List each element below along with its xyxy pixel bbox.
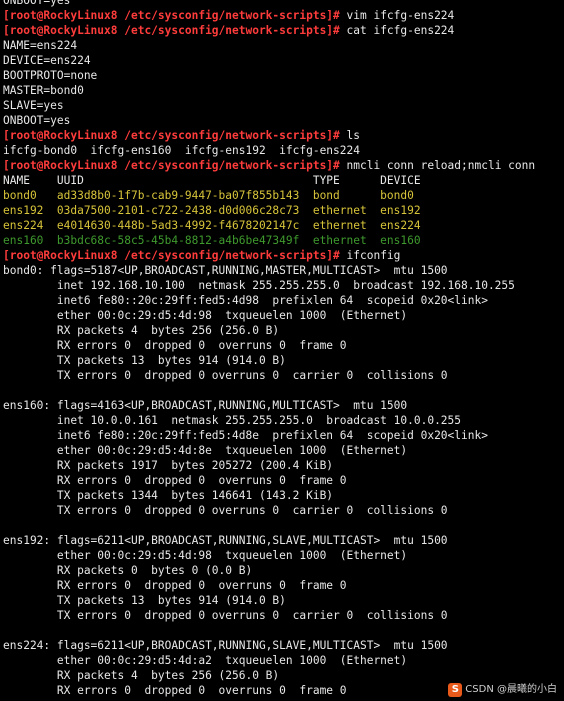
output-line: ether 00:0c:29:d5:4d:98 txqueuelen 1000 … (3, 548, 564, 563)
output-line: ifcfg-bond0 ifcfg-ens160 ifcfg-ens192 if… (3, 143, 564, 158)
output-line: inet 192.168.10.100 netmask 255.255.255.… (3, 278, 564, 293)
output-text: RX errors 0 dropped 0 overruns 0 frame 0 (3, 684, 347, 697)
prompt-line: [root@RockyLinux8 /etc/sysconfig/network… (3, 128, 564, 143)
output-text: RX packets 1917 bytes 205272 (200.4 KiB) (3, 459, 334, 472)
output-line: ens224: flags=6211<UP,BROADCAST,RUNNING,… (3, 638, 564, 653)
output-line: RX errors 0 dropped 0 overruns 0 frame 0 (3, 338, 564, 353)
prompt-line: [root@RockyLinux8 /etc/sysconfig/network… (3, 23, 564, 38)
output-line: inet 10.0.0.161 netmask 255.255.255.0 br… (3, 413, 564, 428)
output-line: ens192: flags=6211<UP,BROADCAST,RUNNING,… (3, 533, 564, 548)
output-line: ONBOOT=yes (3, 113, 564, 128)
output-line: NAME UUID TYPE DEVICE (3, 173, 564, 188)
output-text: RX packets 4 bytes 256 (256.0 B) (3, 669, 280, 682)
output-line: MASTER=bond0 (3, 83, 564, 98)
output-text: inet6 fe80::20c:29ff:fed5:4d8e prefixlen… (3, 429, 488, 442)
terminal-output[interactable]: ONBOOT=yes [root@RockyLinux8 /etc/sysconf… (3, 0, 564, 698)
output-text: ether 00:0c:29:d5:4d:98 txqueuelen 1000 … (3, 309, 408, 322)
output-text: NAME UUID TYPE DEVICE (3, 174, 421, 187)
output-text: ens192 03da7500-2101-c722-2438-d0d006c28… (3, 204, 421, 217)
command-text: cat ifcfg-ens224 (346, 24, 455, 37)
output-text: ens224 e4014630-448b-5ad3-4992-f46782021… (3, 219, 421, 232)
output-line: TX errors 0 dropped 0 overruns 0 carrier… (3, 368, 564, 383)
output-text: ens192: flags=6211<UP,BROADCAST,RUNNING,… (3, 534, 448, 547)
output-text: ens160: flags=4163<UP,BROADCAST,RUNNING,… (3, 399, 408, 412)
output-text: ONBOOT=yes (3, 0, 71, 7)
shell-prompt: [root@RockyLinux8 /etc/sysconfig/network… (3, 9, 347, 22)
output-text: inet6 fe80::20c:29ff:fed5:4d98 prefixlen… (3, 294, 488, 307)
output-line: ens224 e4014630-448b-5ad3-4992-f46782021… (3, 218, 564, 233)
output-text: inet 10.0.0.161 netmask 255.255.255.0 br… (3, 414, 462, 427)
output-line: RX errors 0 dropped 0 overruns 0 frame 0 (3, 473, 564, 488)
output-text: RX errors 0 dropped 0 overruns 0 frame 0 (3, 474, 347, 487)
prompt-line: [root@RockyLinux8 /etc/sysconfig/network… (3, 158, 564, 173)
watermark-text: CSDN @晨曦的小白 (465, 684, 557, 695)
output-line: TX packets 13 bytes 914 (914.0 B) (3, 353, 564, 368)
output-line: ether 00:0c:29:d5:4d:98 txqueuelen 1000 … (3, 308, 564, 323)
output-line: TX errors 0 dropped 0 overruns 0 carrier… (3, 608, 564, 623)
output-text: RX packets 0 bytes 0 (0.0 B) (3, 564, 253, 577)
output-text: TX errors 0 dropped 0 overruns 0 carrier… (3, 504, 448, 517)
output-text: RX errors 0 dropped 0 overruns 0 frame 0 (3, 339, 347, 352)
output-text: ether 00:0c:29:d5:4d:98 txqueuelen 1000 … (3, 549, 408, 562)
output-text: ens224: flags=6211<UP,BROADCAST,RUNNING,… (3, 639, 448, 652)
command-text: ls (346, 129, 360, 142)
output-text: TX packets 13 bytes 914 (914.0 B) (3, 354, 286, 367)
output-text: TX packets 13 bytes 914 (914.0 B) (3, 594, 286, 607)
output-line: TX errors 0 dropped 0 overruns 0 carrier… (3, 503, 564, 518)
output-line: RX errors 0 dropped 0 overruns 0 frame 0 (3, 578, 564, 593)
shell-prompt: [root@RockyLinux8 /etc/sysconfig/network… (3, 129, 347, 142)
output-text: ens160 b3bdc68c-58c5-45b4-8812-a4b6be473… (3, 234, 421, 247)
prompt-line: [root@RockyLinux8 /etc/sysconfig/network… (3, 8, 564, 23)
output-text: RX errors 0 dropped 0 overruns 0 frame 0 (3, 579, 347, 592)
output-text: SLAVE=yes (3, 99, 64, 112)
output-line: ether 00:0c:29:d5:4d:8e txqueuelen 1000 … (3, 443, 564, 458)
csdn-watermark: S CSDN @晨曦的小白 (445, 681, 560, 698)
command-text: vim ifcfg-ens224 (346, 9, 455, 22)
output-line: TX packets 13 bytes 914 (914.0 B) (3, 593, 564, 608)
shell-prompt: [root@RockyLinux8 /etc/sysconfig/network… (3, 24, 347, 37)
command-text: nmcli conn reload;nmcli conn (346, 159, 536, 172)
output-line: RX packets 0 bytes 0 (0.0 B) (3, 563, 564, 578)
output-line: NAME=ens224 (3, 38, 564, 53)
output-line: bond0 ad33d8b0-1f7b-cab9-9447-ba07f855b1… (3, 188, 564, 203)
output-line: RX packets 1917 bytes 205272 (200.4 KiB) (3, 458, 564, 473)
shell-prompt: [root@RockyLinux8 /etc/sysconfig/network… (3, 159, 347, 172)
csdn-logo-icon: S (448, 682, 463, 697)
output-line: DEVICE=ens224 (3, 53, 564, 68)
output-text: ONBOOT=yes (3, 114, 71, 127)
output-text: ether 00:0c:29:d5:4d:a2 txqueuelen 1000 … (3, 654, 408, 667)
output-text: TX packets 1344 bytes 146641 (143.2 KiB) (3, 489, 334, 502)
output-text: bond0: flags=5187<UP,BROADCAST,RUNNING,M… (3, 264, 448, 277)
output-text: bond0 ad33d8b0-1f7b-cab9-9447-ba07f855b1… (3, 189, 414, 202)
output-text: NAME=ens224 (3, 39, 78, 52)
output-line: bond0: flags=5187<UP,BROADCAST,RUNNING,M… (3, 263, 564, 278)
output-line: inet6 fe80::20c:29ff:fed5:4d98 prefixlen… (3, 293, 564, 308)
output-line: SLAVE=yes (3, 98, 564, 113)
output-text: DEVICE=ens224 (3, 54, 91, 67)
output-text: RX packets 4 bytes 256 (256.0 B) (3, 324, 280, 337)
output-text: TX errors 0 dropped 0 overruns 0 carrier… (3, 609, 448, 622)
output-line: inet6 fe80::20c:29ff:fed5:4d8e prefixlen… (3, 428, 564, 443)
output-text: ifcfg-bond0 ifcfg-ens160 ifcfg-ens192 if… (3, 144, 360, 157)
output-line: ens160 b3bdc68c-58c5-45b4-8812-a4b6be473… (3, 233, 564, 248)
output-line: BOOTPROTO=none (3, 68, 564, 83)
output-line: ens192 03da7500-2101-c722-2438-d0d006c28… (3, 203, 564, 218)
output-text: MASTER=bond0 (3, 84, 84, 97)
output-text: inet 192.168.10.100 netmask 255.255.255.… (3, 279, 515, 292)
command-text: ifconfig (346, 249, 401, 262)
output-text: TX errors 0 dropped 0 overruns 0 carrier… (3, 369, 448, 382)
output-text: ether 00:0c:29:d5:4d:8e txqueuelen 1000 … (3, 444, 408, 457)
output-line: RX packets 4 bytes 256 (256.0 B) (3, 323, 564, 338)
output-text: BOOTPROTO=none (3, 69, 98, 82)
output-line: ether 00:0c:29:d5:4d:a2 txqueuelen 1000 … (3, 653, 564, 668)
output-line: ONBOOT=yes (3, 0, 564, 8)
shell-prompt: [root@RockyLinux8 /etc/sysconfig/network… (3, 249, 347, 262)
output-line: TX packets 1344 bytes 146641 (143.2 KiB) (3, 488, 564, 503)
output-line: ens160: flags=4163<UP,BROADCAST,RUNNING,… (3, 398, 564, 413)
prompt-line: [root@RockyLinux8 /etc/sysconfig/network… (3, 248, 564, 263)
